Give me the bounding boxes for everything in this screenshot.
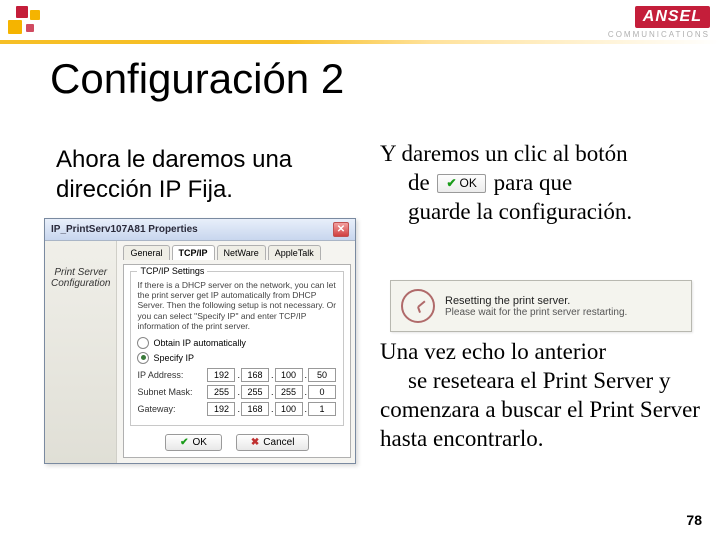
- brand-subtitle: COMMUNICATIONS: [608, 30, 710, 39]
- dialog-cancel-button[interactable]: ✖ Cancel: [236, 434, 310, 451]
- dialog-sidebar-label: Print Server Configuration: [45, 241, 117, 463]
- ok-button-inline: ✔OK: [437, 174, 485, 193]
- reset-line-1: Resetting the print server.: [445, 295, 627, 307]
- group-description: If there is a DHCP server on the network…: [137, 280, 337, 331]
- cancel-icon: ✖: [251, 437, 259, 448]
- dialog-title: IP_PrintServ107A81 Properties: [51, 224, 198, 235]
- tab-general[interactable]: General: [123, 245, 169, 260]
- right-body-text-1: Y daremos un clic al botón de ✔OK para q…: [380, 140, 700, 226]
- radio-specify-ip-label: Specify IP: [153, 353, 194, 363]
- check-icon: ✔: [446, 176, 456, 190]
- radio-auto-ip-label: Obtain IP automatically: [153, 338, 245, 348]
- slide-title: Configuración 2: [50, 55, 344, 103]
- right-body-text-2: Una vez echo lo anterior se reseteara el…: [380, 338, 700, 453]
- close-icon[interactable]: ✕: [333, 222, 349, 237]
- gateway-input[interactable]: 192. 168. 100. 1: [207, 402, 337, 416]
- subnet-mask-label: Subnet Mask:: [137, 387, 207, 397]
- group-legend: TCP/IP Settings: [137, 266, 207, 276]
- brand-name: ANSEL: [635, 6, 710, 28]
- radio-auto-ip[interactable]: [137, 337, 149, 349]
- ip-address-label: IP Address:: [137, 370, 207, 380]
- ip-address-input[interactable]: 192. 168. 100. 50: [207, 368, 337, 382]
- reset-message-box: Resetting the print server. Please wait …: [390, 280, 692, 332]
- check-icon: ✔: [180, 437, 188, 448]
- left-body-text: Ahora le daremos una dirección IP Fija.: [56, 145, 356, 205]
- clock-icon: [401, 289, 435, 323]
- brand-logo: ANSEL COMMUNICATIONS: [608, 6, 710, 39]
- subnet-mask-input[interactable]: 255. 255. 255. 0: [207, 385, 337, 399]
- dialog-tabs: General TCP/IP NetWare AppleTalk: [123, 245, 351, 260]
- radio-specify-ip[interactable]: [137, 352, 149, 364]
- gateway-label: Gateway:: [137, 404, 207, 414]
- tab-tcpip[interactable]: TCP/IP: [172, 245, 215, 260]
- tab-appletalk[interactable]: AppleTalk: [268, 245, 321, 260]
- dialog-ok-button[interactable]: ✔ OK: [165, 434, 222, 451]
- page-number: 78: [686, 512, 702, 528]
- header-divider: [0, 40, 720, 44]
- properties-dialog: IP_PrintServ107A81 Properties ✕ Print Se…: [44, 218, 356, 464]
- tab-netware[interactable]: NetWare: [217, 245, 266, 260]
- reset-line-2: Please wait for the print server restart…: [445, 307, 627, 318]
